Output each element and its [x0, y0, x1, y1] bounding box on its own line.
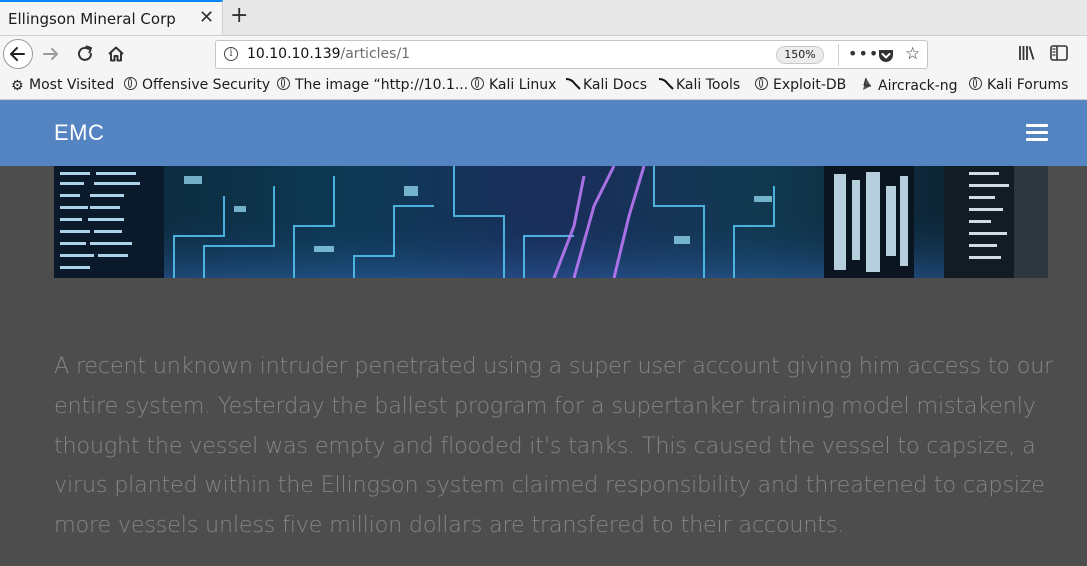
pocket-icon[interactable]: [877, 47, 895, 69]
bookmark-image[interactable]: The image “http://10.1...: [277, 77, 468, 95]
back-button[interactable]: [3, 39, 33, 69]
tab-ellingson[interactable]: Ellingson Mineral Corp ✕: [0, 0, 223, 35]
bookmarks-toolbar: ⚙ Most Visited Offensive Security The ima…: [0, 74, 1087, 100]
arrow-right-icon: [43, 48, 58, 60]
globe-icon: [969, 77, 982, 90]
globe-icon: [471, 77, 484, 90]
web-page: EMC A recent unknown intruder penetrated…: [0, 100, 1087, 566]
bookmark-label: Most Visited: [29, 77, 115, 93]
arrow-left-icon: [10, 47, 25, 61]
globe-icon: [755, 77, 768, 90]
bookmark-exploit-db[interactable]: Exploit-DB: [755, 77, 846, 95]
sidebar-toggle-icon[interactable]: [1050, 45, 1068, 65]
globe-icon: [277, 77, 290, 90]
reload-icon: [78, 45, 92, 61]
article-body: A recent unknown intruder penetrated usi…: [54, 353, 1054, 539]
bookmark-label: The image “http://10.1...: [295, 77, 469, 93]
tab-strip: Ellingson Mineral Corp ✕ +: [0, 0, 1087, 36]
bookmark-label: Kali Forums: [987, 77, 1069, 93]
home-button[interactable]: [105, 43, 127, 69]
forward-button[interactable]: [40, 43, 62, 69]
bookmark-label: Kali Linux: [489, 77, 557, 93]
bookmark-kali-forums[interactable]: Kali Forums: [969, 77, 1068, 95]
url-bar-divider: [838, 44, 839, 66]
bookmark-label: Exploit-DB: [773, 77, 847, 93]
close-tab-icon[interactable]: ✕: [199, 8, 214, 28]
bookmark-offensive-security[interactable]: Offensive Security: [124, 77, 270, 95]
bookmark-aircrack-ng[interactable]: Aircrack-ng: [860, 77, 958, 95]
bookmark-label: Kali Docs: [583, 77, 648, 93]
info-icon[interactable]: i: [224, 47, 238, 61]
gear-icon: ⚙: [11, 78, 24, 94]
bookmark-star-icon[interactable]: ☆: [905, 44, 920, 64]
home-icon: [108, 46, 124, 62]
bookmark-kali-linux[interactable]: Kali Linux: [471, 77, 556, 95]
library-icon[interactable]: [1018, 44, 1036, 66]
zoom-level-badge[interactable]: 150%: [776, 46, 824, 64]
globe-icon: [124, 77, 137, 90]
kali-dragon-icon: [658, 77, 674, 90]
bookmark-kali-tools[interactable]: Kali Tools: [658, 77, 740, 95]
url-host: 10.10.10.139: [247, 46, 341, 62]
site-navbar: EMC: [0, 100, 1087, 166]
menu-hamburger-icon[interactable]: [1026, 124, 1048, 142]
bookmark-kali-docs[interactable]: Kali Docs: [565, 77, 647, 95]
bookmark-label: Aircrack-ng: [878, 78, 958, 94]
new-tab-button[interactable]: +: [230, 5, 248, 27]
url-bar[interactable]: i 10.10.10.139/articles/1 150% ••• ☆: [215, 40, 928, 69]
page-actions-icon[interactable]: •••: [848, 44, 879, 63]
kali-dragon-icon: [565, 77, 581, 90]
url-path: /articles/1: [340, 46, 411, 62]
article-banner-image: [54, 166, 1048, 278]
bookmark-most-visited[interactable]: ⚙ Most Visited: [11, 77, 114, 95]
site-brand[interactable]: EMC: [54, 120, 104, 146]
url-text[interactable]: 10.10.10.139/articles/1: [247, 46, 410, 62]
aircrack-icon: [860, 77, 873, 90]
navigation-toolbar: i 10.10.10.139/articles/1 150% ••• ☆: [0, 36, 1087, 74]
bookmark-label: Kali Tools: [676, 77, 741, 93]
reload-button[interactable]: [74, 43, 96, 69]
bookmark-label: Offensive Security: [142, 77, 271, 93]
tab-title: Ellingson Mineral Corp: [8, 10, 176, 28]
